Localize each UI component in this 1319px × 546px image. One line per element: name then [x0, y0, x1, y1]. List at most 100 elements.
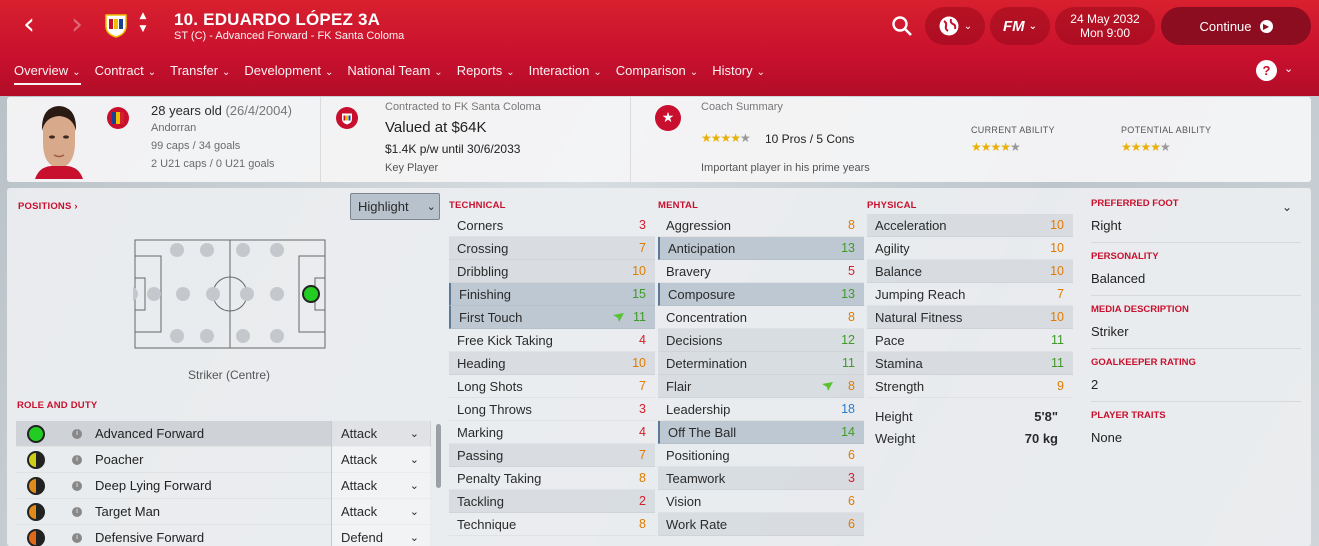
role-row[interactable]: i Poacher Attack ⌄	[16, 446, 431, 473]
attribute-row[interactable]: First Touch 11	[449, 306, 655, 329]
attribute-row[interactable]: Crossing 7	[449, 237, 655, 260]
attribute-row[interactable]: Off The Ball 14	[658, 421, 864, 444]
attribute-value: 18	[841, 402, 855, 416]
role-name: Defensive Forward	[95, 530, 205, 545]
tab-bar: Overview ⌄ Contract ⌄ Transfer ⌄ Development ⌄ N…	[0, 58, 765, 88]
attribute-row[interactable]: Heading 10	[449, 352, 655, 375]
tab-overview[interactable]: Overview ⌄	[14, 58, 81, 85]
attribute-row[interactable]: Positioning 6	[658, 444, 864, 467]
attribute-row[interactable]: Technique 8	[449, 513, 655, 536]
attribute-row[interactable]: Vision 6	[658, 490, 864, 513]
attribute-row[interactable]: Passing 7	[449, 444, 655, 467]
chevron-down-icon[interactable]: ⌄	[1282, 200, 1292, 214]
duty-dropdown[interactable]: Attack ⌄	[331, 472, 430, 499]
role-row[interactable]: i Defensive Forward Defend ⌄	[16, 524, 431, 546]
date-display[interactable]: 24 May 2032 Mon 9:00	[1055, 7, 1155, 45]
tab-comparison[interactable]: Comparison ⌄	[616, 58, 698, 85]
info-icon[interactable]: i	[72, 454, 82, 465]
attribute-row[interactable]: Anticipation 13	[658, 237, 864, 260]
attribute-row[interactable]: Long Throws 3	[449, 398, 655, 421]
mental-title: MENTAL	[658, 200, 699, 211]
role-list-scrollbar[interactable]	[436, 424, 441, 488]
duty-dropdown[interactable]: Attack ⌄	[331, 420, 430, 447]
attributes-panel: POSITIONS › Highlight ⌄ Striker (Centre)…	[7, 188, 1311, 546]
fm-menu-button[interactable]: FM ⌄	[990, 7, 1050, 45]
attribute-row[interactable]: Determination 11	[658, 352, 864, 375]
attribute-row[interactable]: Dribbling 10	[449, 260, 655, 283]
club-crest-icon[interactable]	[104, 12, 128, 38]
attribute-row[interactable]: Finishing 15	[449, 283, 655, 306]
progress-arrow-icon	[613, 312, 624, 322]
chevron-down-icon[interactable]: ⌄	[1284, 62, 1293, 75]
info-icon[interactable]: i	[72, 428, 82, 439]
tab-interaction[interactable]: Interaction ⌄	[529, 58, 602, 85]
duty-dropdown[interactable]: Defend ⌄	[331, 524, 430, 546]
highlight-dropdown[interactable]: Highlight ⌄	[350, 193, 440, 220]
attribute-row[interactable]: Strength 9	[867, 375, 1073, 398]
search-icon[interactable]	[890, 14, 914, 38]
role-row[interactable]: i Advanced Forward Attack ⌄	[16, 420, 431, 447]
attribute-row[interactable]: Corners 3	[449, 214, 655, 237]
attribute-row[interactable]: Acceleration 10	[867, 214, 1073, 237]
attribute-row[interactable]: Free Kick Taking 4	[449, 329, 655, 352]
fm-logo: FM	[1002, 17, 1025, 35]
duty-dropdown[interactable]: Attack ⌄	[331, 446, 430, 473]
role-row[interactable]: i Deep Lying Forward Attack ⌄	[16, 472, 431, 499]
club-crest-icon[interactable]	[336, 107, 358, 129]
attribute-row[interactable]: Penalty Taking 8	[449, 467, 655, 490]
tab-contract[interactable]: Contract ⌄	[95, 58, 157, 85]
attribute-row[interactable]: Long Shots 7	[449, 375, 655, 398]
attribute-row[interactable]: Jumping Reach 7	[867, 283, 1073, 306]
weight-value: 70 kg	[1024, 430, 1058, 446]
attribute-row[interactable]: Leadership 18	[658, 398, 864, 421]
player-switch-arrows[interactable]: ▲ ▼	[136, 10, 150, 38]
attribute-row[interactable]: Pace 11	[867, 329, 1073, 352]
continue-button[interactable]: Continue ▶	[1161, 7, 1311, 45]
attribute-value: 7	[639, 241, 646, 255]
attribute-value: 6	[848, 517, 855, 531]
attribute-row[interactable]: Concentration 8	[658, 306, 864, 329]
chevron-down-icon: ⌄	[325, 67, 334, 78]
attribute-row[interactable]: Marking 4	[449, 421, 655, 444]
forward-arrow-icon[interactable]: ›	[64, 10, 90, 40]
info-icon[interactable]: i	[72, 506, 82, 517]
attribute-row[interactable]: Bravery 5	[658, 260, 864, 283]
attribute-row[interactable]: Tackling 2	[449, 490, 655, 513]
attribute-row[interactable]: Decisions 12	[658, 329, 864, 352]
globe-menu-button[interactable]: ⌄	[925, 7, 985, 45]
attribute-row[interactable]: Agility 10	[867, 237, 1073, 260]
attribute-row[interactable]: Teamwork 3	[658, 467, 864, 490]
attribute-row[interactable]: Aggression 8	[658, 214, 864, 237]
back-arrow-icon[interactable]: ‹	[16, 10, 42, 40]
attribute-name: Passing	[457, 447, 504, 463]
attribute-row[interactable]: Stamina 11	[867, 352, 1073, 375]
role-suitability-icon	[27, 502, 45, 521]
player-face[interactable]	[29, 103, 89, 179]
position-pitch[interactable]	[133, 238, 327, 350]
tab-national-team[interactable]: National Team ⌄	[347, 58, 442, 85]
chevron-down-icon: ⌄	[434, 67, 443, 78]
help-icon[interactable]: ?	[1256, 60, 1277, 81]
attribute-row[interactable]: Balance 10	[867, 260, 1073, 283]
pros-cons[interactable]: 10 Pros / 5 Cons	[765, 132, 854, 146]
tab-transfer[interactable]: Transfer ⌄	[170, 58, 230, 85]
attribute-row[interactable]: Natural Fitness 10	[867, 306, 1073, 329]
attribute-name: Crossing	[457, 240, 509, 256]
tab-history[interactable]: History ⌄	[712, 58, 765, 85]
role-row[interactable]: i Target Man Attack ⌄	[16, 498, 431, 525]
attribute-name: Marking	[457, 424, 504, 440]
attribute-row[interactable]: Flair 8	[658, 375, 864, 398]
nationality-flag-icon[interactable]	[107, 107, 129, 129]
attribute-name: Aggression	[666, 217, 732, 233]
chevron-down-icon: ⌄	[409, 504, 419, 518]
info-icon[interactable]: i	[72, 480, 82, 491]
info-icon[interactable]: i	[72, 532, 82, 543]
tab-development[interactable]: Development ⌄	[244, 58, 333, 85]
tab-reports[interactable]: Reports ⌄	[457, 58, 515, 85]
attribute-row[interactable]: Work Rate 6	[658, 513, 864, 536]
attribute-row[interactable]: Composure 13	[658, 283, 864, 306]
tab-label: Reports	[456, 63, 503, 78]
attribute-name: Technique	[457, 516, 517, 532]
positions-link[interactable]: POSITIONS ›	[18, 201, 78, 212]
duty-dropdown[interactable]: Attack ⌄	[331, 498, 430, 525]
